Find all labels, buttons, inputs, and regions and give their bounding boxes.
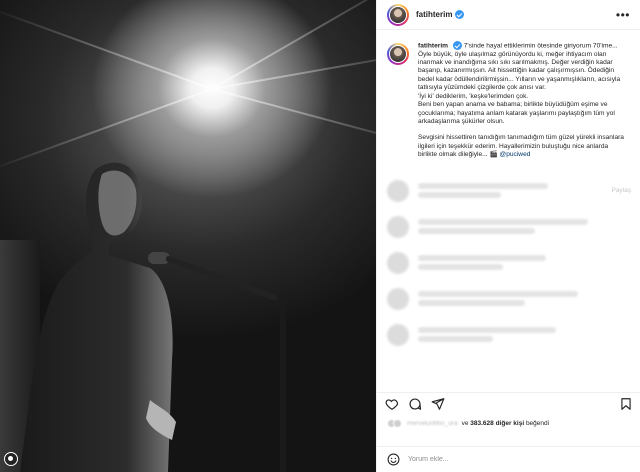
send-icon[interactable] <box>431 397 445 411</box>
comment-icon[interactable] <box>408 397 422 411</box>
light-ray <box>211 0 376 90</box>
list-item <box>387 215 631 238</box>
post-side-panel: fatihterim ••• fatihterim 7'sinde hayal … <box>376 0 640 472</box>
author-username[interactable]: fatihterim <box>416 10 452 19</box>
light-ray <box>211 46 376 90</box>
heart-icon[interactable] <box>385 397 399 411</box>
caption-line: 'İyi ki' dediklerim, 'keşke'lerimden çok… <box>418 92 529 100</box>
caption-text: fatihterim 7'sinde hayal ettiklerimin öt… <box>418 41 628 160</box>
likes-summary[interactable]: mervelunbbo_ura ve 383.628 diğer kişi be… <box>387 416 637 430</box>
verified-badge-icon <box>452 41 462 50</box>
emoji-icon[interactable] <box>387 453 400 466</box>
caption-line: 7'sinde hayal ettiklerimin ötesinde giri… <box>418 42 621 92</box>
mention-link[interactable]: @puciwed <box>500 151 531 158</box>
likes-count[interactable]: ve 383.628 diğer kişi beğendi <box>462 420 549 427</box>
list-item: Paylaş <box>387 179 631 202</box>
caption: fatihterim 7'sinde hayal ettiklerimin öt… <box>387 41 631 160</box>
comments-section: fatihterim 7'sinde hayal ettiklerimin öt… <box>377 31 640 391</box>
commenter-avatar[interactable] <box>387 251 409 274</box>
comment-input[interactable] <box>408 456 631 463</box>
commenter-avatar[interactable] <box>387 323 409 346</box>
commenter-avatar[interactable] <box>387 215 409 238</box>
add-comment-bar <box>377 446 640 472</box>
post-header: fatihterim ••• <box>377 0 640 30</box>
reply-link[interactable]: Paylaş <box>611 187 631 194</box>
caption-username[interactable]: fatihterim <box>418 42 448 49</box>
light-ray <box>0 5 213 90</box>
man-silhouette <box>20 162 176 472</box>
post-photo[interactable] <box>0 0 376 472</box>
liked-by-name[interactable]: mervelunbbo_ura <box>407 420 458 427</box>
commenter-avatar[interactable] <box>387 179 409 202</box>
verified-badge-icon <box>455 10 465 19</box>
more-options-icon[interactable]: ••• <box>616 9 630 21</box>
light-ray <box>211 88 376 153</box>
tagged-users-icon[interactable] <box>4 452 18 466</box>
post-actions-bar <box>377 392 640 414</box>
commenter-avatar[interactable] <box>387 287 409 310</box>
liker-avatars <box>387 418 402 428</box>
mic-stand <box>280 295 286 472</box>
list-item <box>387 287 631 310</box>
microphone <box>148 252 278 301</box>
list-item <box>387 323 631 346</box>
author-avatar[interactable] <box>387 3 409 26</box>
bookmark-icon[interactable] <box>619 397 633 411</box>
list-item <box>387 251 631 274</box>
caption-avatar[interactable] <box>387 43 409 65</box>
caption-line: Beni ben yapan anama ve babama; birlikte… <box>418 101 615 125</box>
